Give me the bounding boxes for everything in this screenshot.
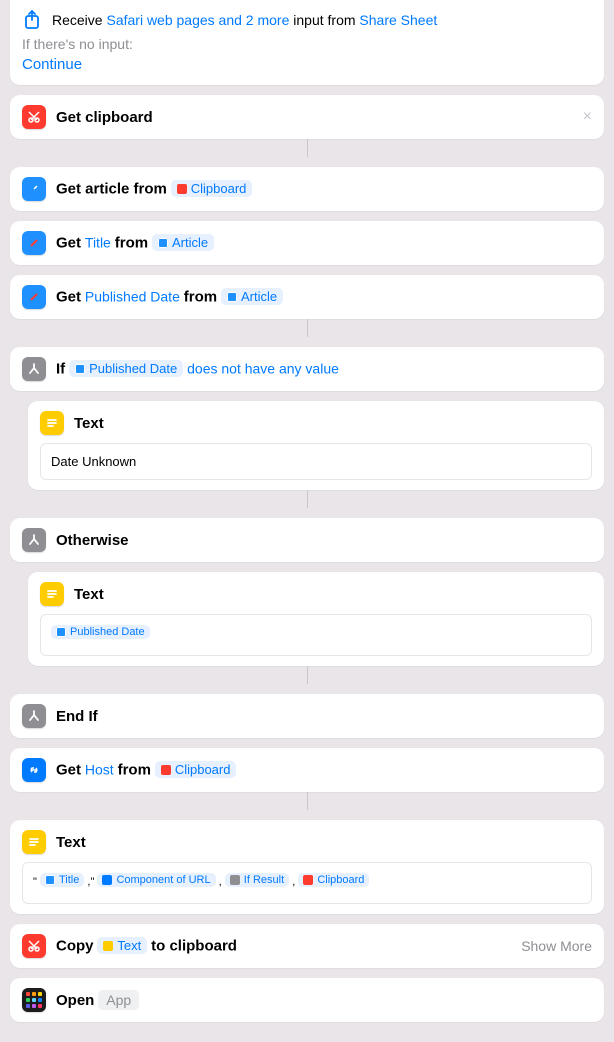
action-endif[interactable]: End If <box>10 694 604 738</box>
safari-icon <box>56 627 66 637</box>
get-label: Get <box>56 762 81 779</box>
receive-label: Receive <box>52 12 103 28</box>
action-open-app[interactable]: Open App <box>10 978 604 1022</box>
text-icon <box>22 830 46 854</box>
token-article[interactable]: Article <box>152 234 214 251</box>
condition[interactable]: does not have any value <box>187 361 339 377</box>
safari-icon <box>75 364 85 374</box>
text-value[interactable]: Published Date <box>40 614 592 656</box>
branch-icon <box>22 357 46 381</box>
safari-icon <box>227 292 237 302</box>
action-title: Text <box>56 834 86 851</box>
token-text[interactable]: Text <box>97 937 147 954</box>
get-label: Get <box>56 235 81 252</box>
safari-icon <box>45 875 55 885</box>
action-text-pubdate[interactable]: Text Published Date <box>28 572 604 666</box>
action-title: Get article from <box>56 181 167 198</box>
from-label: from <box>118 762 151 779</box>
action-title: Get clipboard <box>56 109 153 126</box>
open-label: Open <box>56 992 94 1009</box>
from-label: from <box>184 289 217 306</box>
scissors-icon <box>303 875 313 885</box>
link-icon <box>22 758 46 782</box>
branch-icon <box>22 528 46 552</box>
text-value[interactable]: " Title ," Component of URL , If Result … <box>22 862 592 904</box>
token-published-date[interactable]: Published Date <box>69 360 183 377</box>
action-if[interactable]: If Published Date does not have any valu… <box>10 347 604 391</box>
text-icon <box>40 411 64 435</box>
safari-icon <box>22 177 46 201</box>
action-title: Text <box>74 586 104 603</box>
receive-input-types[interactable]: Safari web pages and 2 more <box>106 12 289 28</box>
share-sheet-icon <box>22 10 42 30</box>
text-icon <box>103 941 113 951</box>
action-text-compose[interactable]: Text " Title ," Component of URL , If Re… <box>10 820 604 914</box>
token-clipboard[interactable]: Clipboard <box>171 180 253 197</box>
action-get-title[interactable]: Get Title from Article <box>10 221 604 265</box>
scissors-icon <box>22 105 46 129</box>
scissors-icon <box>161 765 171 775</box>
separator: , <box>219 876 222 888</box>
connector <box>10 792 604 810</box>
token-clipboard[interactable]: Clipboard <box>155 761 237 778</box>
separator: , <box>292 876 295 888</box>
branch-icon <box>230 875 240 885</box>
branch-icon <box>22 704 46 728</box>
text-icon <box>40 582 64 606</box>
get-label: Get <box>56 289 81 306</box>
connector <box>10 139 604 157</box>
action-otherwise[interactable]: Otherwise <box>10 518 604 562</box>
link-icon <box>102 875 112 885</box>
action-copy[interactable]: Copy Text to clipboard Show More <box>10 924 604 968</box>
action-get-host[interactable]: Get Host from Clipboard <box>10 748 604 792</box>
close-icon[interactable]: × <box>583 108 592 126</box>
receive-source[interactable]: Share Sheet <box>359 12 437 28</box>
copy-label: Copy <box>56 938 94 955</box>
safari-icon <box>22 231 46 255</box>
connector <box>10 490 604 508</box>
action-title: Text <box>74 415 104 432</box>
param-title[interactable]: Title <box>85 235 111 251</box>
no-input-continue[interactable]: Continue <box>22 56 592 75</box>
connector <box>10 319 604 337</box>
token-article[interactable]: Article <box>221 288 283 305</box>
quote: ," <box>87 876 94 888</box>
token-component-url[interactable]: Component of URL <box>97 873 215 887</box>
safari-icon <box>158 238 168 248</box>
action-text-unknown[interactable]: Text Date Unknown <box>28 401 604 490</box>
action-get-article[interactable]: Get article from Clipboard <box>10 167 604 211</box>
param-published-date[interactable]: Published Date <box>85 289 180 305</box>
quote: " <box>33 876 37 888</box>
show-more-button[interactable]: Show More <box>521 938 592 954</box>
token-published-date[interactable]: Published Date <box>51 625 150 639</box>
from-label: from <box>115 235 148 252</box>
receive-card: Receive Safari web pages and 2 more inpu… <box>10 0 604 85</box>
endif-label: End If <box>56 708 98 725</box>
to-clipboard-label: to clipboard <box>151 938 237 955</box>
text-value[interactable]: Date Unknown <box>40 443 592 480</box>
scissors-icon <box>22 934 46 958</box>
no-input-label: If there's no input: <box>22 30 592 56</box>
safari-icon <box>22 285 46 309</box>
token-title[interactable]: Title <box>40 873 84 887</box>
otherwise-label: Otherwise <box>56 532 129 549</box>
receive-input-from: input from <box>293 12 355 28</box>
action-get-clipboard[interactable]: Get clipboard × <box>10 95 604 139</box>
apps-icon <box>22 988 46 1012</box>
token-clipboard[interactable]: Clipboard <box>298 873 369 887</box>
action-get-published-date[interactable]: Get Published Date from Article <box>10 275 604 319</box>
scissors-icon <box>177 184 187 194</box>
connector <box>10 666 604 684</box>
token-if-result[interactable]: If Result <box>225 873 289 887</box>
param-host[interactable]: Host <box>85 762 114 778</box>
if-label: If <box>56 361 65 378</box>
